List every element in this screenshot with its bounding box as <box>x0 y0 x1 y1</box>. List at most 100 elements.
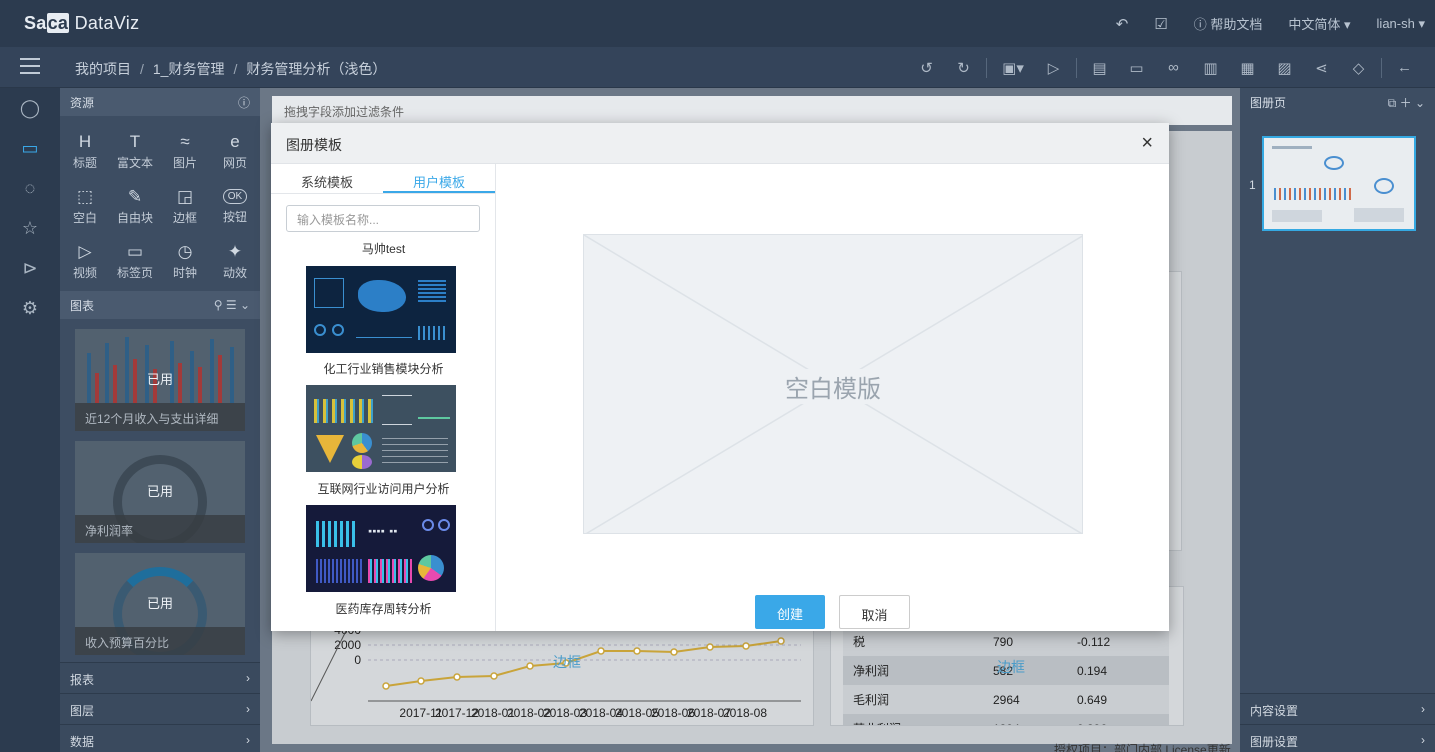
export-image-icon[interactable]: ▨ <box>1266 59 1303 77</box>
table-cell: 2964 <box>993 692 1020 707</box>
logo-prefix: Sa <box>24 13 47 33</box>
redo-icon[interactable]: ↻ <box>945 59 982 77</box>
undo-share-icon[interactable]: ↶ <box>1116 15 1129 33</box>
resource-grid: H 标题 T 富文本 ≈ 图片 e 网页 ⬚ 空白 ✎ 自由块 ◲ 边框 OK 按钮 ▷ 视频 ▭… <box>60 116 260 289</box>
star-icon[interactable]: ☆ <box>0 208 60 248</box>
pages-header: 图册页 ⧉ ＋ ⌄ <box>1240 88 1435 116</box>
chart-caption: 近12个月收入与支出详细 <box>75 403 245 431</box>
cancel-button[interactable]: 取消 <box>839 595 910 629</box>
y-tick-label: 2000 <box>334 638 361 652</box>
album-settings-section[interactable]: 图册设置 › <box>1240 724 1435 752</box>
resource-heading[interactable]: H 标题 <box>60 124 110 179</box>
resource-image[interactable]: ≈ 图片 <box>160 124 210 179</box>
template-name[interactable]: 医药库存周转分析 <box>271 600 496 617</box>
table-cell: -0.112 <box>1077 634 1111 649</box>
album-pages-panel: 图册页 ⧉ ＋ ⌄ 1 内容设置 › 图册设置 › <box>1240 88 1435 752</box>
template-thumbnail[interactable] <box>306 266 456 353</box>
help-circle-icon[interactable]: ⓘ <box>238 94 250 111</box>
resource-effect[interactable]: ✦ 动效 <box>210 234 260 289</box>
language-select[interactable]: 中文简体 ▾ <box>1288 14 1350 33</box>
search-icon[interactable]: ⚲ <box>214 298 223 312</box>
chart-card[interactable]: 已用 净利润率 <box>75 441 245 543</box>
user-icon[interactable]: ◯ <box>0 88 60 128</box>
chevron-down-icon[interactable]: ⌄ <box>1415 96 1425 110</box>
table-row[interactable]: 税 790 -0.112 <box>843 627 1169 656</box>
export-excel-icon[interactable]: ▥ <box>1192 59 1229 77</box>
refresh-icon[interactable]: ◌ <box>0 168 60 208</box>
link-icon[interactable]: ∞ <box>1155 59 1192 76</box>
layers-section[interactable]: 图层 › <box>60 693 260 724</box>
section-label: 图层 <box>70 704 95 718</box>
resource-video[interactable]: ▷ 视频 <box>60 234 110 289</box>
template-tabs: 系统模板 用户模板 <box>271 164 495 194</box>
data-point <box>633 647 641 655</box>
breadcrumb-item[interactable]: 1_财务管理 <box>153 61 225 77</box>
document-icon[interactable]: ▤ <box>1081 59 1118 77</box>
tab-system-templates[interactable]: 系统模板 <box>271 164 383 193</box>
table-cell: 毛利润 <box>853 693 890 707</box>
help-link[interactable]: ⓘ 帮助文档 <box>1194 14 1263 33</box>
settings-gear-icon[interactable]: ⚙ <box>0 288 60 328</box>
template-thumbnail[interactable] <box>306 385 456 472</box>
chart-caption: 净利润率 <box>75 515 245 543</box>
share-icon[interactable]: ⋖ <box>1303 59 1340 77</box>
reports-section[interactable]: 报表 › <box>60 662 260 693</box>
chart-card[interactable]: 已用 收入预算百分比 <box>75 553 245 655</box>
edit-icon[interactable]: ☑ <box>1154 15 1167 33</box>
breadcrumb-item[interactable]: 我的项目 <box>75 61 131 77</box>
license-footer: 授权项目：部门内部 License更新 <box>1054 743 1231 752</box>
template-name[interactable]: 化工行业销售模块分析 <box>271 360 496 377</box>
play-circle-icon[interactable]: ⊳ <box>0 248 60 288</box>
used-badge: 已用 <box>146 484 173 499</box>
page-thumbnail[interactable] <box>1262 136 1416 231</box>
blank-template-preview[interactable]: 空白模版 <box>583 234 1083 534</box>
card-icon[interactable]: ▭ <box>1118 59 1155 77</box>
resource-clock[interactable]: ◷ 时钟 <box>160 234 210 289</box>
chevron-down-icon[interactable]: ⌄ <box>240 298 250 312</box>
table-cell: 0.649 <box>1077 692 1108 707</box>
blank-icon: ⬚ <box>76 187 94 206</box>
save-icon[interactable]: ▣▾ <box>991 59 1035 77</box>
tag-icon[interactable]: ◇ <box>1340 59 1377 77</box>
logo-text: DataViz <box>74 13 140 33</box>
hamburger-menu-icon[interactable] <box>20 58 40 76</box>
resource-richtext[interactable]: T 富文本 <box>110 124 160 179</box>
top-actions: ↶ ☑ ⓘ 帮助文档 中文简体 ▾ lian-sh ▾ <box>1116 0 1425 47</box>
left-icon-rail: ◯ ▭ ◌ ☆ ⊳ ⚙ <box>0 88 60 752</box>
back-arrow-icon[interactable]: ← <box>1386 59 1423 76</box>
breadcrumb-separator: / <box>233 61 238 77</box>
table-row[interactable]: 毛利润 2964 0.649 <box>843 685 1169 714</box>
add-page-icon[interactable]: ＋ <box>1400 96 1412 110</box>
user-menu[interactable]: lian-sh ▾ <box>1377 16 1425 32</box>
resource-tabs[interactable]: ▭ 标签页 <box>110 234 160 289</box>
chart-card[interactable]: 已用 近12个月收入与支出详细 <box>75 329 245 431</box>
app-logo[interactable]: Saca DataViz <box>24 13 139 34</box>
monitor-icon[interactable]: ▭ <box>0 128 60 168</box>
preview-play-icon[interactable]: ▷ <box>1035 59 1072 77</box>
list-icon[interactable]: ☰ <box>226 298 237 312</box>
tab-user-templates[interactable]: 用户模板 <box>383 164 495 193</box>
content-settings-section[interactable]: 内容设置 › <box>1240 693 1435 724</box>
resource-webpage[interactable]: e 网页 <box>210 124 260 179</box>
template-thumbnail[interactable]: ▪▪▪▪ ▪▪ <box>306 505 456 592</box>
close-icon[interactable]: × <box>1141 132 1153 155</box>
resource-blank[interactable]: ⬚ 空白 <box>60 179 110 234</box>
undo-icon[interactable]: ↺ <box>908 59 945 77</box>
resource-border[interactable]: ◲ 边框 <box>160 179 210 234</box>
table-cell: 0.194 <box>1077 663 1108 678</box>
resource-title: 资源 <box>70 95 95 110</box>
template-name[interactable]: 互联网行业访问用户分析 <box>271 480 496 497</box>
resource-button[interactable]: OK 按钮 <box>210 179 260 234</box>
table-cell: 净利润 <box>853 664 890 678</box>
table-row[interactable]: 营业利润13940.396 <box>843 714 1169 725</box>
template-name[interactable]: 马帅test <box>271 240 496 257</box>
filter-drop-zone[interactable]: 拖拽字段添加过滤条件 <box>272 96 1232 125</box>
resource-label: 标题 <box>72 156 97 170</box>
template-search-input[interactable]: 输入模板名称... <box>286 205 480 232</box>
export-pdf-icon[interactable]: ▦ <box>1229 59 1266 77</box>
resource-label: 按钮 <box>222 209 247 224</box>
resource-freeblock[interactable]: ✎ 自由块 <box>110 179 160 234</box>
data-section[interactable]: 数据 › <box>60 724 260 752</box>
copy-page-icon[interactable]: ⧉ <box>1388 96 1397 110</box>
create-button[interactable]: 创建 <box>755 595 825 629</box>
